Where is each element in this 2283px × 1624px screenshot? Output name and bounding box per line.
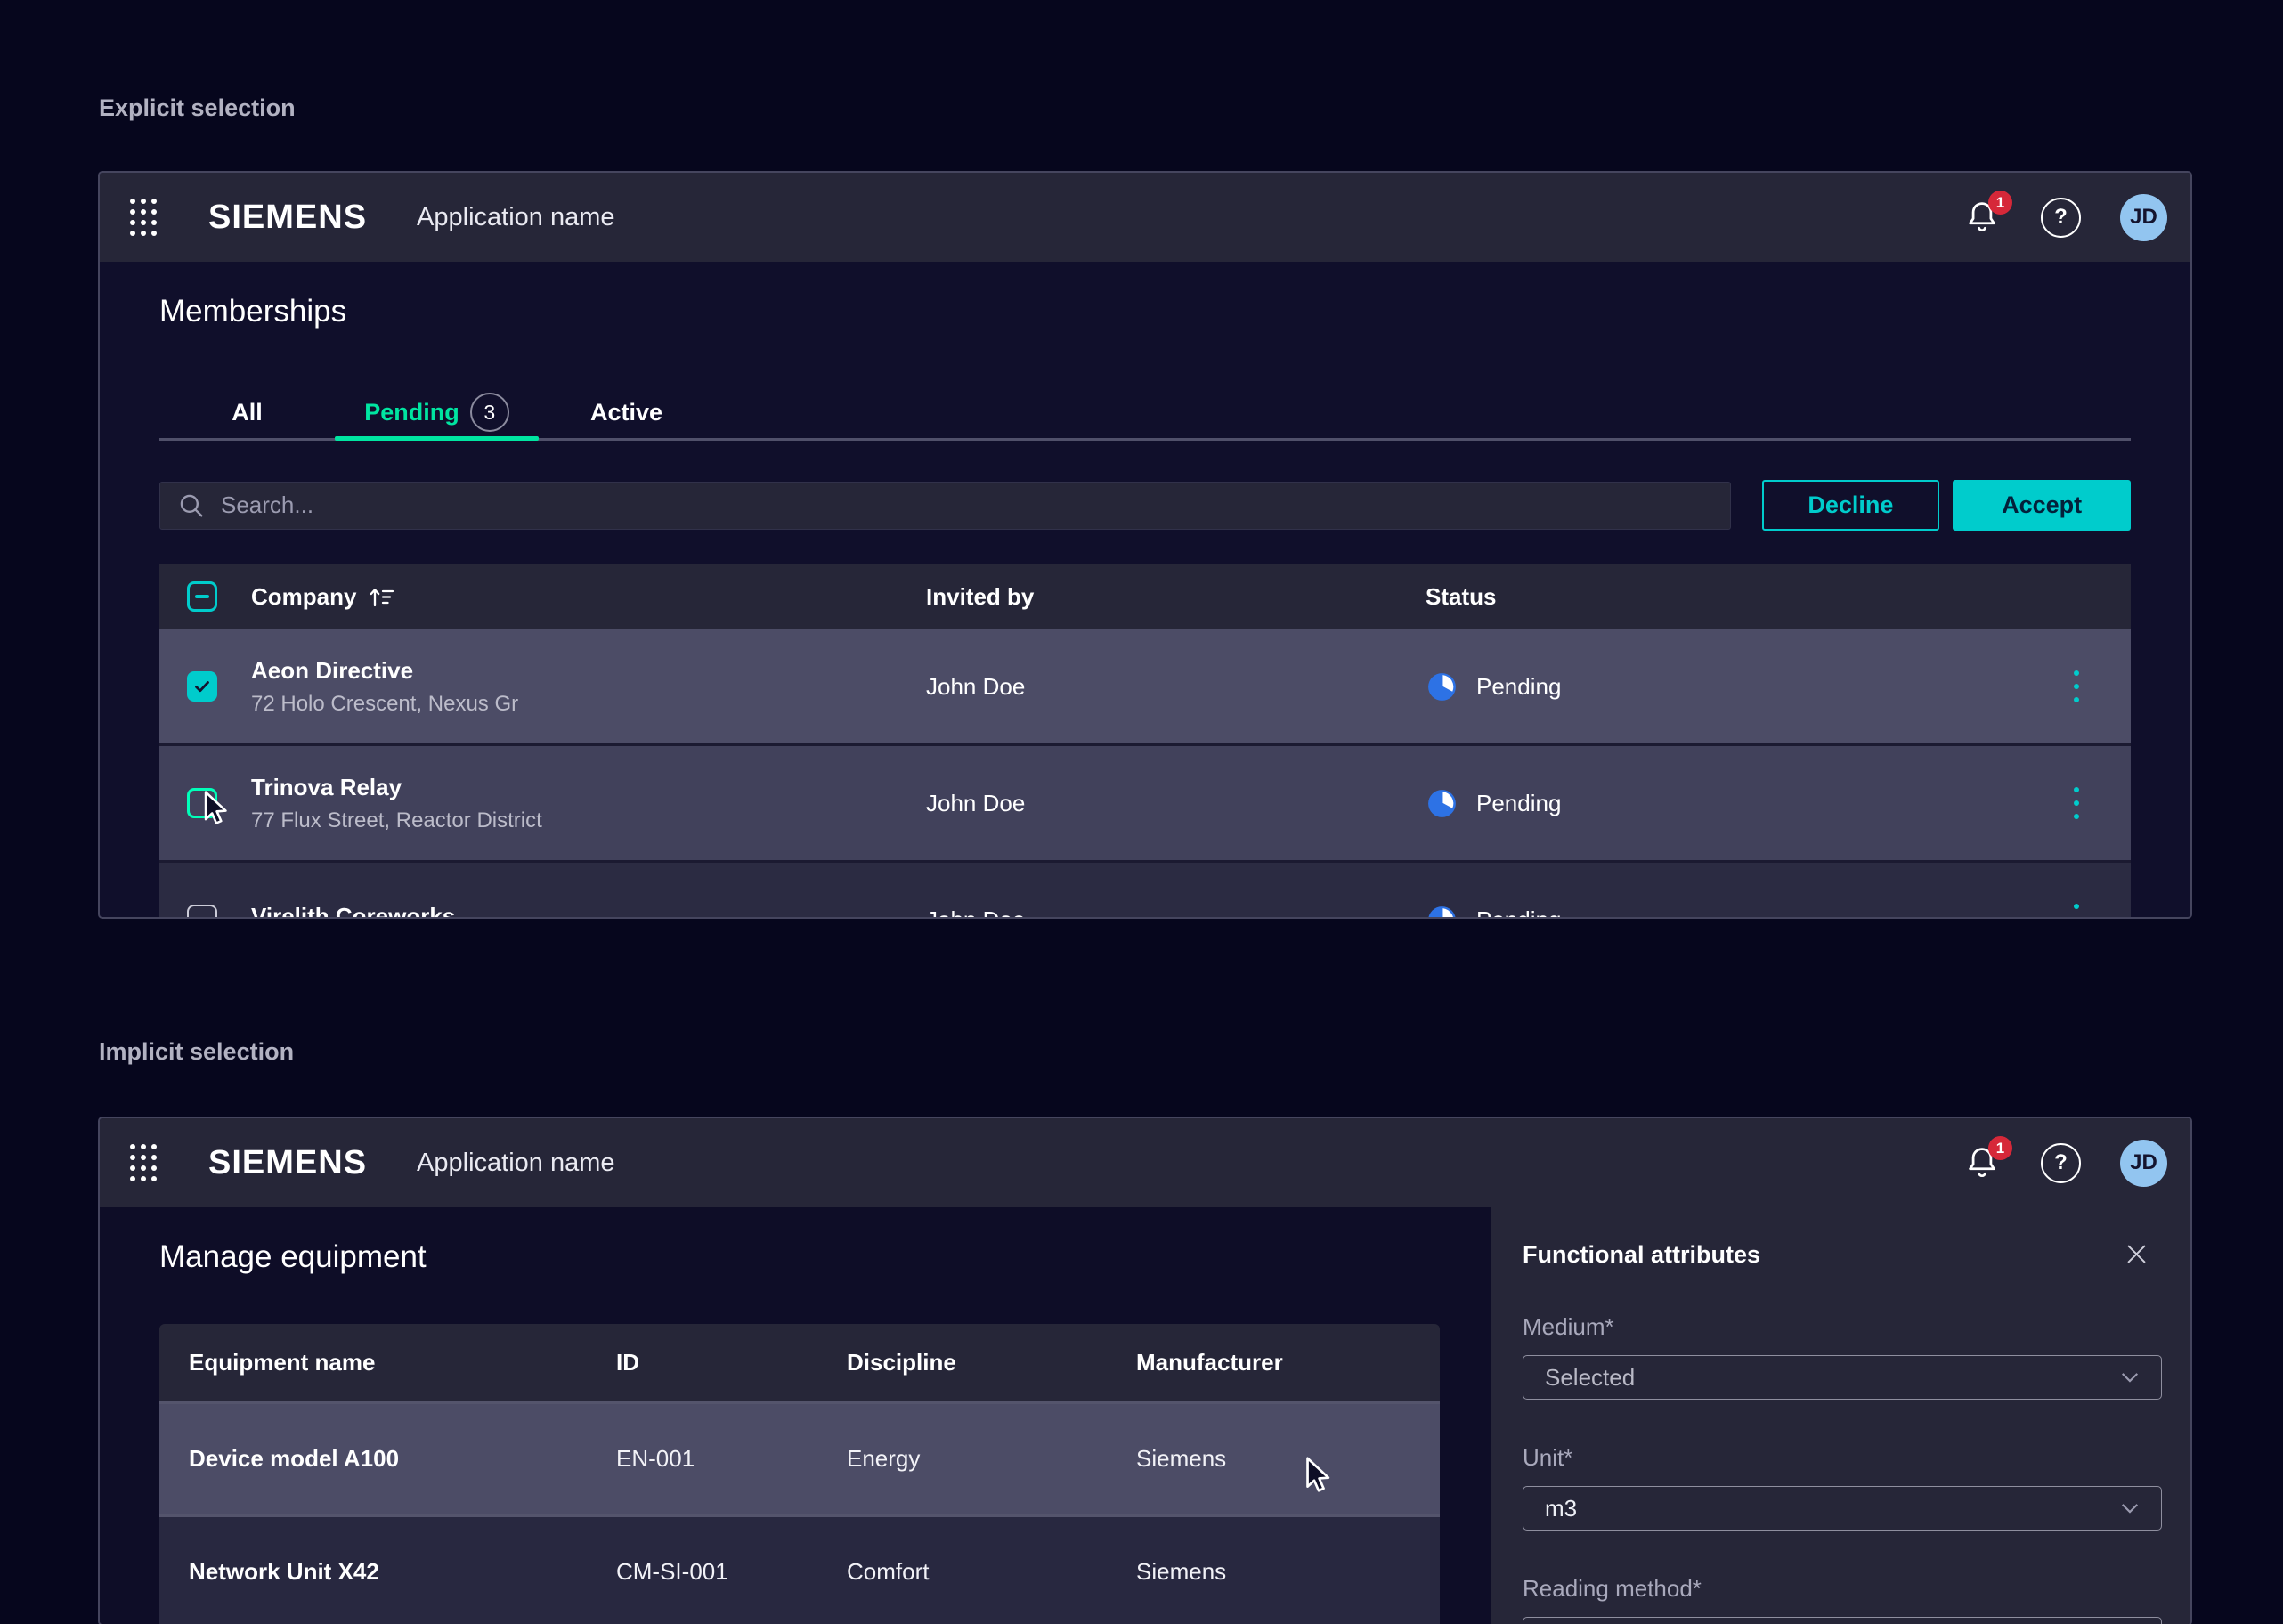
row-menu-button[interactable]: [2050, 670, 2103, 702]
table-row[interactable]: Trinova Relay 77 Flux Street, Reactor Di…: [159, 746, 2131, 860]
tab-count-badge: 3: [470, 393, 509, 432]
company-name: Trinova Relay: [251, 774, 926, 801]
page-title: Memberships: [159, 294, 2131, 329]
sort-icon: [367, 585, 397, 609]
status-value: Pending: [1476, 673, 1561, 701]
table-row[interactable]: Virelith Coreworks John Doe Pending: [159, 863, 2131, 919]
avatar[interactable]: JD: [2120, 194, 2167, 241]
status-value: Pending: [1476, 790, 1561, 817]
column-manufacturer: Manufacturer: [1136, 1349, 1410, 1376]
row-checkbox-checked[interactable]: [187, 671, 217, 702]
chevron-down-icon: [2120, 1502, 2140, 1514]
application-name: Application name: [417, 203, 614, 232]
close-button[interactable]: [2124, 1241, 2149, 1267]
dropdown-value: m3: [1545, 1495, 1577, 1522]
column-invited-by: Invited by: [926, 583, 1426, 611]
equipment-manufacturer: Siemens: [1136, 1445, 1410, 1473]
equipment-window: SIEMENS Application name 1 ? JD Manage e…: [98, 1116, 2192, 1624]
functional-attributes-panel: Functional attributes Medium* Selected: [1491, 1207, 2192, 1624]
select-all-checkbox[interactable]: [187, 581, 217, 612]
chevron-down-icon: [2120, 1371, 2140, 1384]
notification-badge: 1: [1988, 191, 2012, 215]
column-equipment-name: Equipment name: [189, 1349, 616, 1376]
invited-by-value: John Doe: [926, 673, 1426, 701]
dropdown-value: Selected: [1545, 1364, 1635, 1392]
notification-badge: 1: [1988, 1136, 2012, 1160]
row-checkbox-unchecked[interactable]: [187, 905, 217, 919]
tab-label: Active: [590, 399, 662, 426]
tab-label: Pending: [364, 399, 459, 426]
application-name: Application name: [417, 1149, 614, 1178]
column-status: Status: [1426, 583, 2050, 611]
equipment-id: EN-001: [616, 1445, 847, 1473]
field-label-medium: Medium*: [1523, 1313, 2162, 1341]
company-name: Aeon Directive: [251, 657, 926, 685]
equipment-manufacturer: Siemens: [1136, 1558, 1410, 1586]
equipment-id: CM-SI-001: [616, 1558, 847, 1586]
field-label-reading-method: Reading method*: [1523, 1575, 2162, 1603]
siemens-logo: SIEMENS: [208, 1144, 367, 1182]
equipment-name: Network Unit X42: [189, 1558, 616, 1586]
memberships-window: SIEMENS Application name 1 ? JD Membersh…: [98, 171, 2192, 919]
invited-by-value: John Doe: [926, 790, 1426, 817]
row-menu-button[interactable]: [2050, 904, 2103, 919]
row-checkbox-hover[interactable]: [187, 788, 217, 818]
table-row[interactable]: Network Unit X42 CM-SI-001 Comfort Sieme…: [159, 1517, 1440, 1624]
tab-pending[interactable]: Pending 3: [335, 386, 539, 438]
app-switcher-icon[interactable]: [130, 199, 157, 236]
search-input[interactable]: [219, 491, 1714, 520]
table-header-row: Equipment name ID Discipline Manufacture…: [159, 1324, 1440, 1401]
page-title: Manage equipment: [159, 1239, 1491, 1275]
pending-status-icon: [1426, 670, 1458, 703]
column-company: Company: [251, 583, 356, 611]
company-address: 72 Holo Crescent, Nexus Gr: [251, 692, 926, 717]
unit-dropdown[interactable]: m3: [1523, 1486, 2162, 1531]
field-label-unit: Unit*: [1523, 1444, 2162, 1472]
tab-all[interactable]: All: [159, 386, 335, 438]
search-field: [159, 482, 1731, 530]
accept-button[interactable]: Accept: [1953, 480, 2131, 531]
equipment-discipline: Comfort: [847, 1558, 1136, 1586]
help-icon[interactable]: ?: [2041, 1143, 2081, 1183]
section-label-implicit: Implicit selection: [99, 1038, 294, 1066]
pending-status-icon: [1426, 787, 1458, 820]
company-name: Virelith Coreworks: [251, 903, 926, 920]
column-id: ID: [616, 1349, 847, 1376]
row-menu-button[interactable]: [2050, 787, 2103, 819]
table-row[interactable]: Aeon Directive 72 Holo Crescent, Nexus G…: [159, 629, 2131, 743]
search-icon: [176, 491, 207, 521]
close-icon: [2124, 1241, 2149, 1267]
app-switcher-icon[interactable]: [130, 1144, 157, 1181]
notifications-button[interactable]: 1: [1962, 198, 2002, 237]
pending-status-icon: [1426, 904, 1458, 920]
invited-by-value: John Doe: [926, 906, 1426, 920]
reading-method-dropdown[interactable]: [1523, 1617, 2162, 1624]
equipment-discipline: Energy: [847, 1445, 1136, 1473]
tab-bar: All Pending 3 Active: [159, 386, 2131, 441]
status-value: Pending: [1476, 906, 1561, 920]
column-discipline: Discipline: [847, 1349, 1136, 1376]
table-header-row: Company Invited by Status: [159, 564, 2131, 629]
equipment-table: Equipment name ID Discipline Manufacture…: [159, 1324, 1440, 1624]
memberships-table: Company Invited by Status: [159, 564, 2131, 919]
medium-dropdown[interactable]: Selected: [1523, 1355, 2162, 1400]
app-bar: SIEMENS Application name 1 ? JD: [100, 173, 2190, 262]
page: Explicit selection SIEMENS Application n…: [0, 0, 2283, 1624]
decline-button[interactable]: Decline: [1762, 480, 1940, 531]
app-bar: SIEMENS Application name 1 ? JD: [100, 1118, 2190, 1207]
avatar[interactable]: JD: [2120, 1140, 2167, 1187]
equipment-name: Device model A100: [189, 1445, 616, 1473]
table-row[interactable]: Device model A100 EN-001 Energy Siemens: [159, 1404, 1440, 1514]
check-icon: [191, 676, 213, 697]
panel-title: Functional attributes: [1523, 1241, 1760, 1269]
tab-label: All: [232, 399, 263, 426]
notifications-button[interactable]: 1: [1962, 1143, 2002, 1182]
company-address: 77 Flux Street, Reactor District: [251, 808, 926, 833]
tab-active[interactable]: Active: [539, 386, 714, 438]
help-icon[interactable]: ?: [2041, 198, 2081, 238]
siemens-logo: SIEMENS: [208, 199, 367, 237]
section-label-explicit: Explicit selection: [99, 94, 296, 122]
